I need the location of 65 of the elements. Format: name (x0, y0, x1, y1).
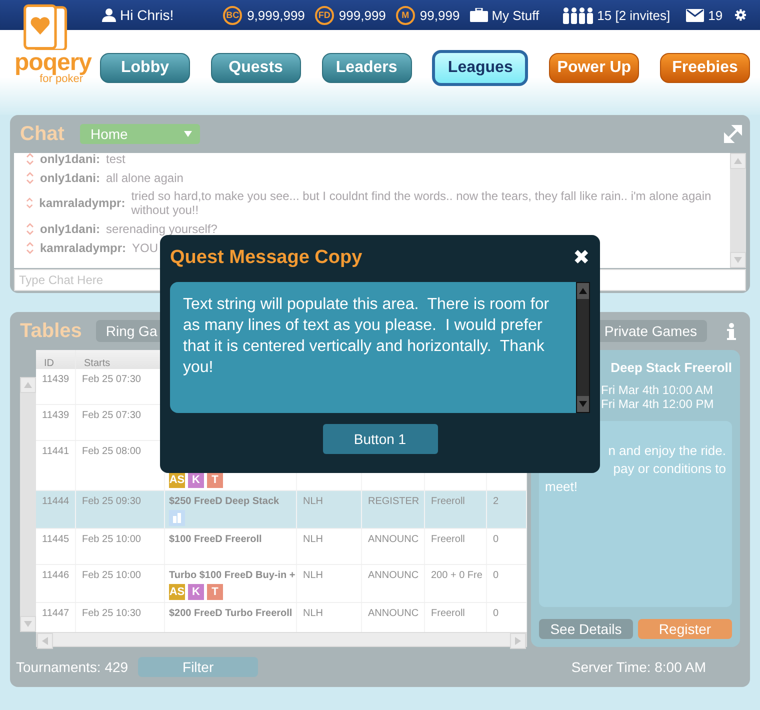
table-cell-text: $200 FreeD Turbo Freeroll (169, 608, 294, 619)
description-text: n and enjoy the ride. (607, 442, 726, 460)
description-text: pay or conditions to (612, 460, 726, 478)
table-cell: 11444 (42, 496, 70, 507)
currency-amount: 999,999 (338, 8, 386, 22)
table-cell: Feb 25 10:00 (82, 534, 141, 545)
table-cell: 0 (493, 608, 499, 619)
tournament-time: Fri Mar 4th 10:00 AM (601, 383, 714, 397)
game-badge: T (207, 472, 223, 488)
table-cell: 200 + 0 Fre (431, 570, 482, 581)
table-cell: ANNOUNC (368, 608, 419, 619)
table-cell-text: $250 FreeD Deep Stack (169, 496, 280, 507)
table-cell: Feb 25 09:30 (82, 496, 141, 507)
table-cell: 11439 (42, 374, 70, 385)
table-cell: 0 (493, 570, 499, 581)
chat-message: serenading yourself? (106, 222, 218, 236)
table-cell: ANNOUNC (368, 570, 419, 581)
table-cell: Freeroll (431, 496, 465, 507)
chat-title: Chat (20, 122, 64, 146)
table-cell: Feb 25 10:30 (82, 608, 141, 619)
game-badge: AS (169, 584, 185, 600)
table-cell: NLH (303, 496, 324, 507)
tournament-title: Deep Stack Freeroll (610, 360, 732, 375)
currency-amount: 99,999 (420, 8, 460, 22)
table-cell: 11446 (42, 570, 70, 581)
chat-message: tried so hard,to make you see... but I couldnt find the words.. now the tears, they fall like rain.. i'm alone again without you!! (131, 189, 712, 217)
table-cell: Turbo $100 FreeD Buy-in + (169, 570, 294, 581)
chat-message: all alone again (106, 170, 184, 184)
logo-name: poqery (14, 52, 92, 74)
table-cell: ANNOUNC (368, 534, 419, 545)
table-cell-text: $100 FreeD Freeroll (169, 534, 263, 545)
table-cell: 11441 (42, 446, 70, 457)
tables-title: Tables (20, 320, 82, 342)
table-cell: 11445 (42, 534, 70, 545)
currency-icon: M (396, 6, 415, 24)
table-cell: Freeroll (431, 534, 465, 545)
table-cell: Feb 25 08:00 (82, 446, 141, 457)
chat-message: YOU (132, 240, 158, 254)
table-cell: REGISTER (368, 496, 420, 507)
table-cell: NLH (303, 534, 324, 545)
tournament-count: Tournaments: 429 (16, 659, 128, 675)
chat-message: test (106, 153, 126, 166)
table-cell: Feb 25 07:30 (82, 410, 141, 421)
currency-amount: 9,999,999 (247, 8, 305, 22)
tournament-time: Fri Mar 4th 12:00 PM (601, 397, 715, 411)
greeting-text: Hi Chris! (120, 7, 174, 23)
game-badge: AS (169, 472, 185, 488)
description-text: meet! (545, 478, 579, 496)
currency-icon: BC (223, 6, 242, 24)
table-cell: NLH (303, 570, 324, 581)
table-cell: Feb 25 10:00 (82, 570, 141, 581)
logo-tagline: for poker (40, 74, 83, 85)
server-time: Server Time: 8:00 AM (571, 659, 706, 675)
table-cell: 11447 (42, 608, 70, 619)
dialog-title: Quest Message Copy (170, 247, 362, 269)
table-cell: 11439 (42, 410, 70, 421)
game-badge: K (188, 472, 204, 488)
table-cell: 2 (493, 496, 499, 507)
game-badge: K (188, 584, 204, 600)
currency-icon: FD (314, 6, 334, 24)
table-cell: NLH (303, 608, 324, 619)
table-cell: Freeroll (431, 608, 465, 619)
table-cell: 0 (493, 534, 499, 545)
table-cell: Feb 25 07:30 (82, 374, 141, 385)
game-badge: T (207, 584, 223, 600)
